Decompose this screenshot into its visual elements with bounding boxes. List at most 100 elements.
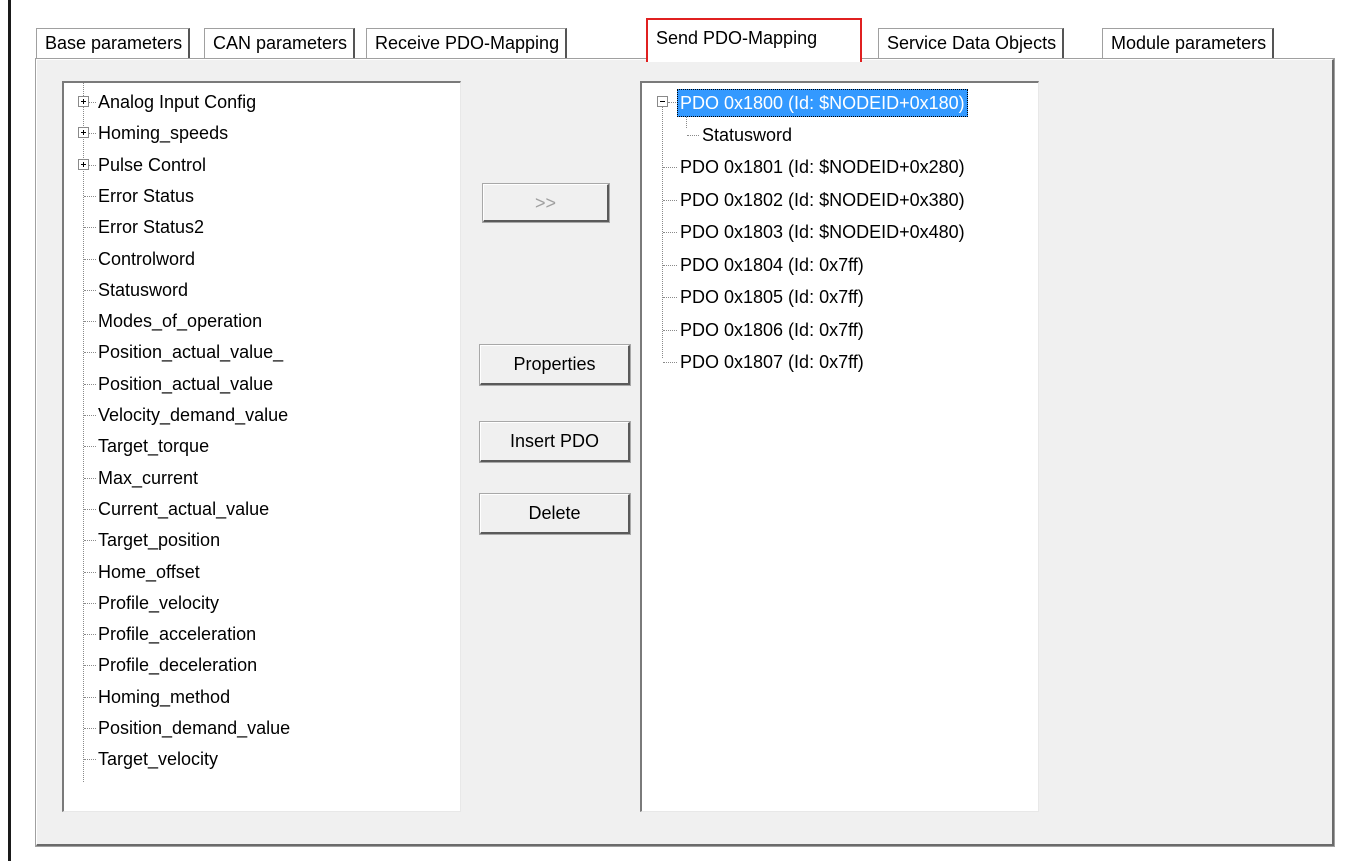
- tree-item[interactable]: Profile_deceleration: [64, 650, 454, 680]
- pdo-mapping-dialog: Base parameters CAN parameters Receive P…: [0, 0, 1363, 861]
- pdo-item[interactable]: PDO 0x1804 (Id: 0x7ff): [642, 250, 1037, 280]
- tree-item-label: Home_offset: [98, 561, 200, 582]
- pdo-item[interactable]: PDO 0x1801 (Id: $NODEID+0x280): [642, 152, 1037, 182]
- tree-item[interactable]: Statusword: [64, 275, 454, 305]
- pdo-mapping-tree[interactable]: PDO 0x1800 (Id: $NODEID+0x180) Statusword…: [640, 81, 1039, 812]
- tree-connector: [84, 571, 96, 573]
- tree-connector: [84, 289, 96, 291]
- tree-item-label: Error Status: [98, 185, 195, 206]
- tree-connector: [84, 728, 96, 729]
- tree-item-label: Position_demand_value: [98, 718, 291, 738]
- tree-item[interactable]: Controlword: [64, 244, 454, 274]
- tree-item[interactable]: Modes_of_operation: [64, 306, 454, 336]
- properties-button[interactable]: Properties: [479, 344, 631, 386]
- tree-item[interactable]: Analog Input Config: [64, 87, 454, 117]
- tree-connector: [84, 258, 96, 260]
- tree-item[interactable]: Velocity_demand_value: [64, 400, 454, 430]
- available-objects-tree[interactable]: Analog Input Config Homing_speeds Pulse Co…: [62, 81, 461, 812]
- tab-bar: Base parameters CAN parameters Receive P…: [36, 18, 1356, 62]
- pdo-item-label: PDO 0x1807 (Id: 0x7ff): [680, 352, 864, 372]
- pdo-item-label: PDO 0x1802 (Id: $NODEID+0x380): [680, 189, 965, 210]
- tree-item-label: Target_torque: [98, 436, 210, 457]
- tree-connector: [663, 264, 677, 266]
- tree-connector: [84, 665, 96, 667]
- tree-item-label: Target_position: [98, 530, 221, 551]
- tree-item-label: Position_actual_value: [98, 373, 274, 394]
- tree-connector: [663, 167, 677, 168]
- tab-can-parameters[interactable]: CAN parameters: [204, 28, 356, 60]
- tree-item-label: Statusword: [98, 279, 189, 300]
- tree-item[interactable]: Homing_method: [64, 682, 454, 712]
- pdo-item[interactable]: PDO 0x1803 (Id: $NODEID+0x480): [642, 217, 1037, 247]
- pdo-item-label: PDO 0x1800 (Id: $NODEID+0x180): [677, 89, 968, 117]
- tree-connector: [84, 477, 96, 479]
- tree-item[interactable]: Target_velocity: [64, 744, 454, 774]
- tree-item[interactable]: Error Status: [64, 181, 454, 211]
- tree-item-label: Profile_acceleration: [98, 624, 257, 645]
- expand-plus-icon[interactable]: [78, 158, 89, 170]
- tree-item[interactable]: Target_position: [64, 525, 454, 555]
- tree-item-label: Modes_of_operation: [98, 311, 263, 332]
- pdo-item[interactable]: PDO 0x1800 (Id: $NODEID+0x180): [642, 87, 1037, 117]
- tree-connector: [84, 321, 96, 323]
- expand-plus-icon[interactable]: [78, 96, 89, 107]
- tree-item-label: Controlword: [98, 248, 196, 269]
- tab-send-pdo-mapping[interactable]: Send PDO-Mapping: [646, 18, 862, 62]
- pdo-item-label: PDO 0x1804 (Id: 0x7ff): [680, 254, 864, 275]
- pdo-item-label: PDO 0x1801 (Id: $NODEID+0x280): [680, 157, 965, 177]
- tree-connector: [84, 602, 96, 604]
- tree-connector: [89, 133, 96, 135]
- tree-item[interactable]: Max_current: [64, 463, 454, 493]
- tree-item[interactable]: Pulse Control: [64, 150, 454, 180]
- tree-connector: [84, 540, 96, 542]
- tree-item[interactable]: Position_actual_value_: [64, 337, 454, 367]
- tree-item-label: Pulse Control: [98, 154, 207, 175]
- tree-connector: [663, 199, 677, 201]
- tree-connector: [89, 102, 96, 103]
- tree-item-label: Homing_method: [98, 686, 231, 707]
- tree-connector: [84, 415, 96, 416]
- tree-connector: [84, 352, 96, 354]
- tree-connector: [84, 696, 96, 698]
- pdo-item-label: PDO 0x1803 (Id: $NODEID+0x480): [680, 222, 965, 242]
- mapped-object-label: Statusword: [702, 124, 793, 145]
- tree-item[interactable]: Profile_velocity: [64, 588, 454, 618]
- tree-item[interactable]: Homing_speeds: [64, 118, 454, 148]
- tree-connector: [663, 329, 677, 331]
- tree-item[interactable]: Profile_acceleration: [64, 619, 454, 649]
- add-mapping-button[interactable]: >>: [482, 183, 610, 223]
- tree-connector: [84, 634, 96, 636]
- tree-connector: [84, 383, 96, 385]
- insert-pdo-button[interactable]: Insert PDO: [479, 421, 631, 463]
- tab-receive-pdo-mapping[interactable]: Receive PDO-Mapping: [366, 28, 568, 60]
- collapse-minus-icon[interactable]: [657, 96, 668, 107]
- pdo-item[interactable]: PDO 0x1802 (Id: $NODEID+0x380): [642, 185, 1037, 215]
- expand-plus-icon[interactable]: [78, 127, 89, 139]
- tree-connector: [84, 759, 96, 761]
- tree-item-label: Homing_speeds: [98, 123, 229, 144]
- tab-service-data-objects[interactable]: Service Data Objects: [878, 28, 1065, 60]
- tree-item[interactable]: Current_actual_value: [64, 494, 454, 524]
- pdo-item[interactable]: PDO 0x1806 (Id: 0x7ff): [642, 315, 1037, 345]
- tree-item[interactable]: Position_actual_value: [64, 369, 454, 399]
- delete-button[interactable]: Delete: [479, 493, 631, 535]
- tree-connector: [663, 362, 677, 363]
- pdo-item[interactable]: PDO 0x1805 (Id: 0x7ff): [642, 282, 1037, 312]
- mapped-object-item[interactable]: Statusword: [642, 120, 1037, 150]
- tree-item[interactable]: Position_demand_value: [64, 713, 454, 743]
- tree-connector: [663, 297, 677, 298]
- tree-item-label: Profile_velocity: [98, 592, 220, 613]
- tree-item[interactable]: Home_offset: [64, 557, 454, 587]
- tree-item-label: Current_actual_value: [98, 498, 270, 519]
- tree-item[interactable]: Target_torque: [64, 431, 454, 461]
- tree-connector: [89, 164, 96, 166]
- pdo-item[interactable]: PDO 0x1807 (Id: 0x7ff): [642, 347, 1037, 377]
- tree-connector: [668, 102, 676, 103]
- tree-item-label: Max_current: [98, 467, 199, 488]
- pdo-item-label: PDO 0x1806 (Id: 0x7ff): [680, 319, 864, 340]
- tree-item-label: Target_velocity: [98, 749, 219, 770]
- tree-item[interactable]: Error Status2: [64, 212, 454, 242]
- tab-base-parameters[interactable]: Base parameters: [36, 28, 191, 60]
- tab-module-parameters[interactable]: Module parameters: [1102, 28, 1275, 60]
- tree-connector: [687, 134, 699, 136]
